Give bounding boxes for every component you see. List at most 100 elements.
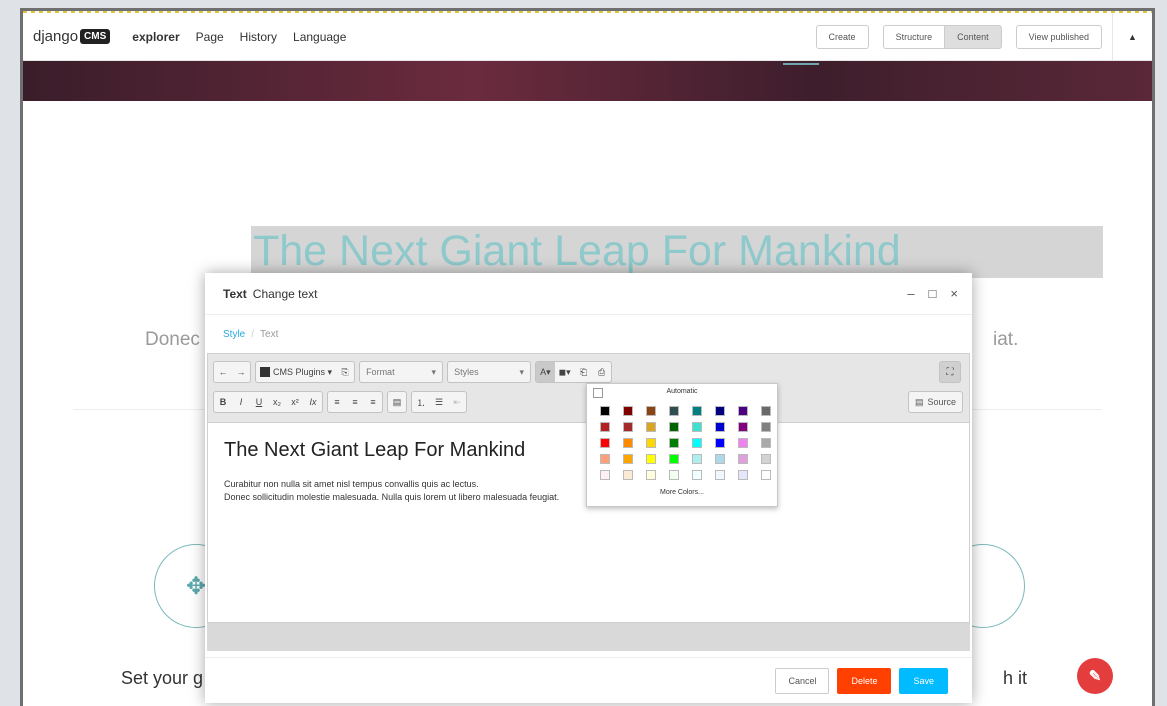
redo-icon[interactable]: → (232, 362, 250, 382)
text-color-icon[interactable]: A▾ (536, 362, 555, 382)
italic-button[interactable]: I (232, 392, 250, 412)
page-headline[interactable]: The Next Giant Leap For Mankind (251, 226, 1103, 278)
color-swatch[interactable] (754, 435, 777, 451)
swatch-fill (599, 422, 610, 432)
color-swatch[interactable] (662, 403, 685, 419)
outdent-icon[interactable]: ⇤ (448, 392, 466, 412)
structure-button[interactable]: Structure (882, 25, 946, 49)
bullet-list-icon[interactable]: ☰ (430, 392, 448, 412)
color-swatch[interactable] (685, 419, 708, 435)
color-swatch[interactable] (593, 403, 616, 419)
swatch-fill (668, 438, 679, 448)
color-swatch[interactable] (639, 419, 662, 435)
color-swatch[interactable] (731, 451, 754, 467)
subscript-button[interactable]: x₂ (268, 392, 286, 412)
color-swatch[interactable] (639, 435, 662, 451)
styles-dropdown[interactable]: Styles ▾ (447, 361, 532, 383)
color-swatch[interactable] (685, 403, 708, 419)
color-swatch[interactable] (593, 419, 616, 435)
color-swatch[interactable] (639, 467, 662, 483)
color-swatch[interactable] (754, 467, 777, 483)
color-swatch[interactable] (731, 435, 754, 451)
color-swatch[interactable] (662, 451, 685, 467)
align-center-icon[interactable]: ≡ (346, 392, 364, 412)
swatch-fill (714, 438, 725, 448)
nav-history[interactable]: History (240, 30, 277, 44)
swatch-fill (622, 470, 633, 480)
source-button[interactable]: ▤ Source (907, 391, 963, 413)
automatic-swatch (593, 388, 603, 398)
color-swatch[interactable] (731, 403, 754, 419)
color-swatch[interactable] (731, 467, 754, 483)
django-cms-logo[interactable]: django CMS (33, 28, 111, 45)
underline-button[interactable]: U (250, 392, 268, 412)
color-swatch[interactable] (708, 435, 731, 451)
color-swatch[interactable] (685, 435, 708, 451)
content-button[interactable]: Content (945, 25, 1002, 49)
color-swatch[interactable] (593, 467, 616, 483)
swatch-fill (714, 422, 725, 432)
color-swatch[interactable] (639, 403, 662, 419)
color-swatch[interactable] (593, 451, 616, 467)
color-swatch[interactable] (662, 419, 685, 435)
numbered-list-icon[interactable]: ⒈ (412, 392, 430, 412)
minimize-icon[interactable]: – (907, 286, 914, 301)
undo-icon[interactable]: ← (214, 362, 232, 382)
color-swatch[interactable] (639, 451, 662, 467)
superscript-button[interactable]: x² (286, 392, 304, 412)
color-swatch[interactable] (616, 435, 639, 451)
color-swatch[interactable] (616, 419, 639, 435)
nav-language[interactable]: Language (293, 30, 346, 44)
format-dropdown[interactable]: Format ▾ (359, 361, 444, 383)
collapse-toolbar-icon[interactable]: ▲ (1112, 13, 1152, 61)
edit-icon[interactable]: ✎ (1077, 658, 1113, 694)
background-color-icon[interactable]: ◼▾ (555, 362, 575, 382)
color-swatch[interactable] (616, 451, 639, 467)
automatic-color-option[interactable]: Automatic (591, 388, 773, 400)
more-colors-link[interactable]: More Colors... (587, 489, 777, 496)
swatch-fill (645, 438, 656, 448)
align-right-icon[interactable]: ≡ (364, 392, 382, 412)
view-published-button[interactable]: View published (1015, 25, 1102, 49)
nav-page[interactable]: Page (196, 30, 224, 44)
color-swatch[interactable] (708, 467, 731, 483)
swatch-fill (691, 454, 702, 464)
nav-explorer[interactable]: explorer (132, 30, 179, 44)
color-swatch[interactable] (616, 403, 639, 419)
justify-icon[interactable]: ▤ (388, 392, 406, 412)
color-swatch[interactable] (662, 435, 685, 451)
color-swatch[interactable] (731, 419, 754, 435)
save-button[interactable]: Save (899, 667, 948, 694)
color-swatch[interactable] (708, 419, 731, 435)
color-swatch[interactable] (593, 435, 616, 451)
maximize-icon[interactable]: □ (929, 286, 937, 301)
color-swatch[interactable] (754, 451, 777, 467)
color-swatch[interactable] (616, 467, 639, 483)
color-swatch[interactable] (662, 467, 685, 483)
color-swatch[interactable] (685, 451, 708, 467)
bold-button[interactable]: B (214, 392, 232, 412)
cancel-button[interactable]: Cancel (775, 667, 830, 694)
color-swatch[interactable] (708, 451, 731, 467)
breadcrumb-separator: / (251, 328, 255, 340)
color-swatch[interactable] (754, 403, 777, 419)
breadcrumb-style[interactable]: Style (223, 329, 245, 340)
fullscreen-icon[interactable]: ⛶ (939, 361, 961, 383)
copy-format-icon[interactable]: ⎗ (575, 362, 593, 382)
align-left-icon[interactable]: ≡ (328, 392, 346, 412)
color-swatch[interactable] (685, 467, 708, 483)
paste-icon[interactable]: ⎘ (336, 362, 354, 382)
clipboard-icon[interactable]: ⎙ (593, 362, 611, 382)
plugins-dropdown[interactable]: CMS Plugins ▾ (256, 362, 336, 382)
swatch-fill (691, 422, 702, 432)
text-color-panel: Automatic More Colors... (586, 383, 778, 507)
color-swatch[interactable] (708, 403, 731, 419)
create-button[interactable]: Create (815, 25, 869, 49)
swatch-fill (737, 454, 748, 464)
color-swatch[interactable] (754, 419, 777, 435)
hero-image (23, 61, 1152, 101)
close-icon[interactable]: × (950, 286, 958, 301)
swatch-fill (622, 454, 633, 464)
remove-format-button[interactable]: Ix (304, 392, 322, 412)
delete-button[interactable]: Delete (837, 667, 892, 694)
